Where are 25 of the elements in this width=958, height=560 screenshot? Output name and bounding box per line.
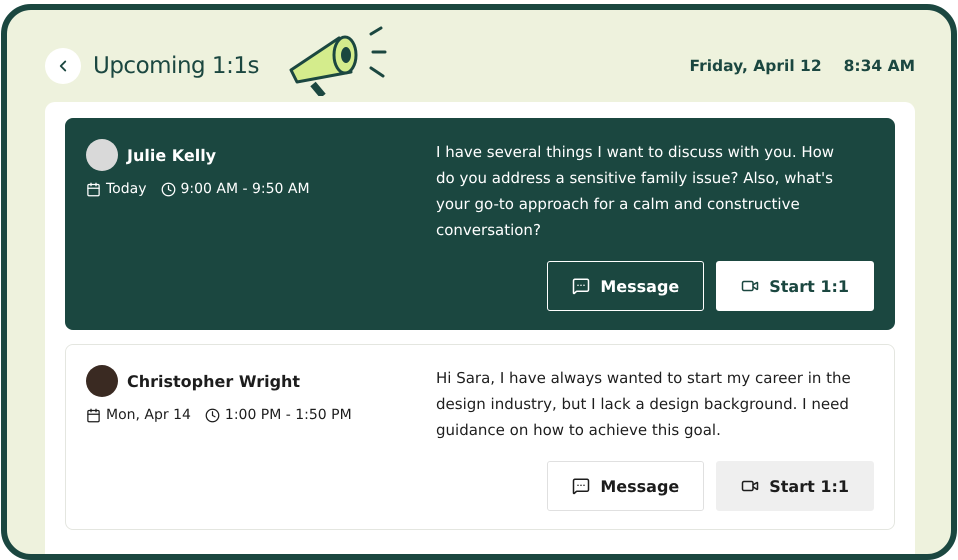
- meeting-note: Hi Sara, I have always wanted to start my career in the design industry, but I lack a design background. I need guidance on how to achieve this goal.: [436, 368, 852, 441]
- meeting-day: Today: [106, 181, 146, 197]
- avatar: [86, 365, 118, 397]
- calendar-icon: [86, 182, 101, 196]
- back-button[interactable]: [45, 48, 81, 84]
- chat-bubble-icon: [572, 277, 590, 295]
- meeting-day: Mon, Apr 14: [106, 407, 191, 423]
- clock-icon: [204, 408, 220, 422]
- person-name: Julie Kelly: [127, 146, 216, 164]
- date-text: Friday, April 12: [689, 57, 822, 75]
- person-name: Christopher Wright: [127, 372, 300, 390]
- start-button[interactable]: Start 1:1: [716, 261, 874, 311]
- chat-bubble-icon: [572, 477, 590, 495]
- start-button[interactable]: Start 1:1: [716, 461, 874, 511]
- clock-icon: [160, 182, 176, 196]
- avatar: [86, 139, 118, 171]
- meeting-time: 1:00 PM - 1:50 PM: [224, 407, 352, 423]
- message-button[interactable]: Message: [547, 461, 704, 511]
- meeting-time: 9:00 AM - 9:50 AM: [180, 181, 310, 197]
- page-title: Upcoming 1:1s: [93, 53, 259, 79]
- message-button[interactable]: Message: [547, 261, 704, 311]
- time-text: 8:34 AM: [844, 57, 915, 75]
- meeting-note: I have several things I want to discuss with you. How do you address a sensitive family issue? Also, what's your go-to approach for a calm and constructive conversation?: [436, 142, 836, 241]
- calendar-icon: [86, 408, 101, 422]
- meeting-card[interactable]: [65, 118, 895, 330]
